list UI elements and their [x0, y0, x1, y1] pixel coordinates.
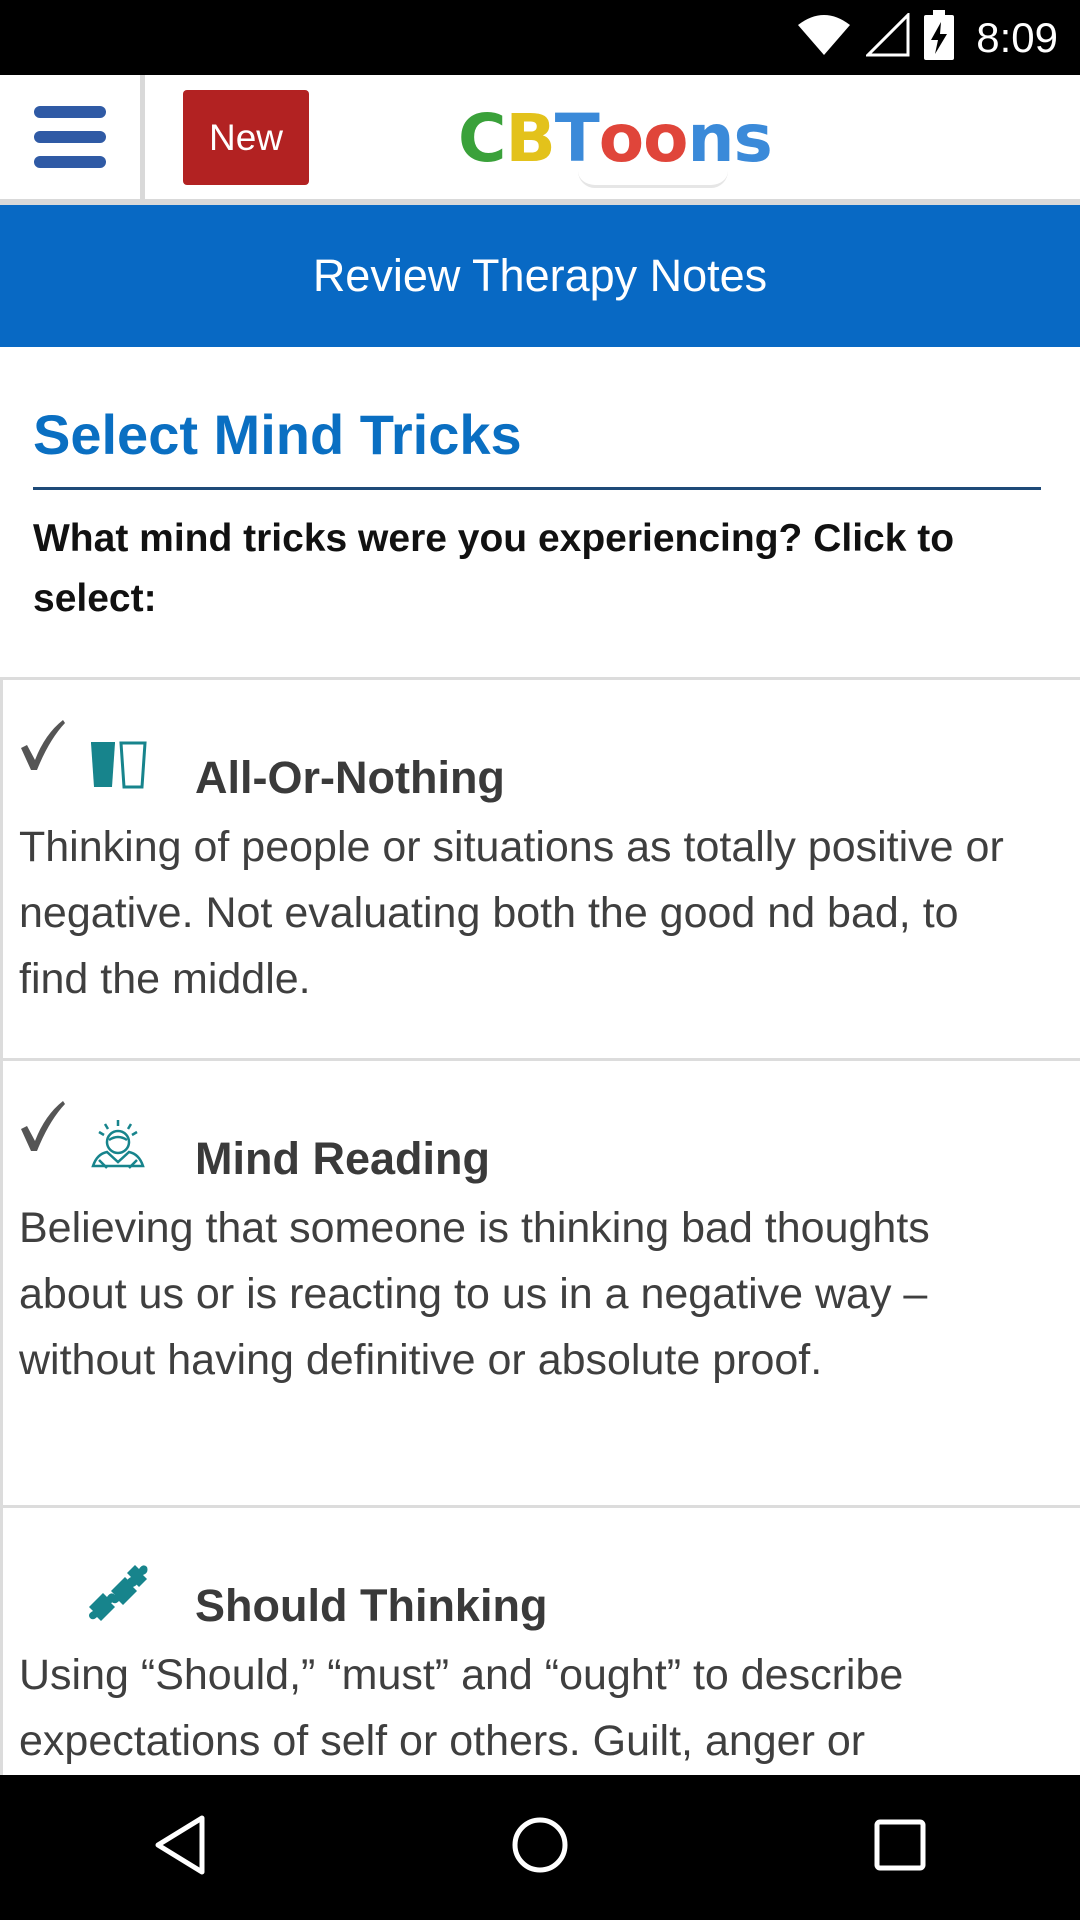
section-divider	[33, 487, 1041, 490]
mind-tricks-list: All-Or-Nothing Thinking of people or sit…	[0, 677, 1080, 1775]
logo-letter-t: T	[554, 99, 600, 177]
logo-letter-c: C	[458, 99, 506, 177]
logo-letter-o2: o	[643, 99, 688, 177]
menu-button[interactable]	[0, 75, 145, 199]
mind-trick-item-should-thinking[interactable]: Should Thinking Using “Should,” “must” a…	[0, 1505, 1080, 1775]
two-glasses-icon	[87, 735, 149, 797]
status-icons: 8:09	[796, 0, 1058, 75]
screen: 8:09 New C B T o o n s Review Therapy No…	[0, 0, 1080, 1920]
mind-reader-icon	[87, 1116, 149, 1178]
home-button[interactable]	[480, 1788, 600, 1908]
recents-icon	[873, 1818, 927, 1877]
home-icon	[510, 1815, 570, 1880]
status-bar: 8:09	[0, 0, 1080, 75]
mind-trick-item-all-or-nothing[interactable]: All-Or-Nothing Thinking of people or sit…	[0, 677, 1080, 1058]
system-nav-bar	[0, 1775, 1080, 1920]
app-header: New C B T o o n s	[0, 75, 1080, 205]
logo-letter-s: s	[733, 99, 772, 177]
mind-trick-description: Thinking of people or situations as tota…	[19, 823, 1004, 1003]
mind-trick-title: Mind Reading	[195, 1133, 490, 1184]
mind-trick-item-mind-reading[interactable]: Mind Reading Believing that someone is t…	[0, 1058, 1080, 1505]
signal-icon	[864, 11, 910, 62]
wifi-icon	[796, 13, 852, 62]
logo-letter-o1: o	[598, 99, 644, 177]
battery-charging-icon	[924, 10, 955, 65]
back-icon	[152, 1814, 208, 1881]
status-time: 8:09	[976, 13, 1058, 61]
instruction-text: What mind tricks were you experiencing? …	[33, 517, 955, 620]
section-heading: Select Mind Tricks	[33, 403, 522, 466]
mind-trick-description: Believing that someone is thinking bad t…	[19, 1204, 930, 1384]
page-title-banner: Review Therapy Notes	[0, 205, 1080, 347]
new-button[interactable]: New	[183, 90, 309, 185]
back-button[interactable]	[120, 1788, 240, 1908]
hamburger-menu-icon	[34, 106, 106, 168]
app-logo: C B T o o n s	[458, 93, 773, 188]
check-icon	[17, 718, 67, 772]
puzzle-pieces-icon	[87, 1563, 149, 1625]
mind-trick-description: Using “Should,” “must” and “ought” to de…	[19, 1651, 904, 1765]
logo-letter-b: B	[505, 99, 555, 177]
check-icon	[17, 1099, 67, 1153]
main-content[interactable]: Select Mind Tricks What mind tricks were…	[0, 347, 1080, 1775]
mind-trick-title: All-Or-Nothing	[195, 752, 505, 803]
recents-button[interactable]	[840, 1788, 960, 1908]
logo-letter-n: n	[687, 99, 734, 177]
logo-swoosh	[578, 171, 728, 188]
mind-trick-title: Should Thinking	[195, 1580, 548, 1631]
